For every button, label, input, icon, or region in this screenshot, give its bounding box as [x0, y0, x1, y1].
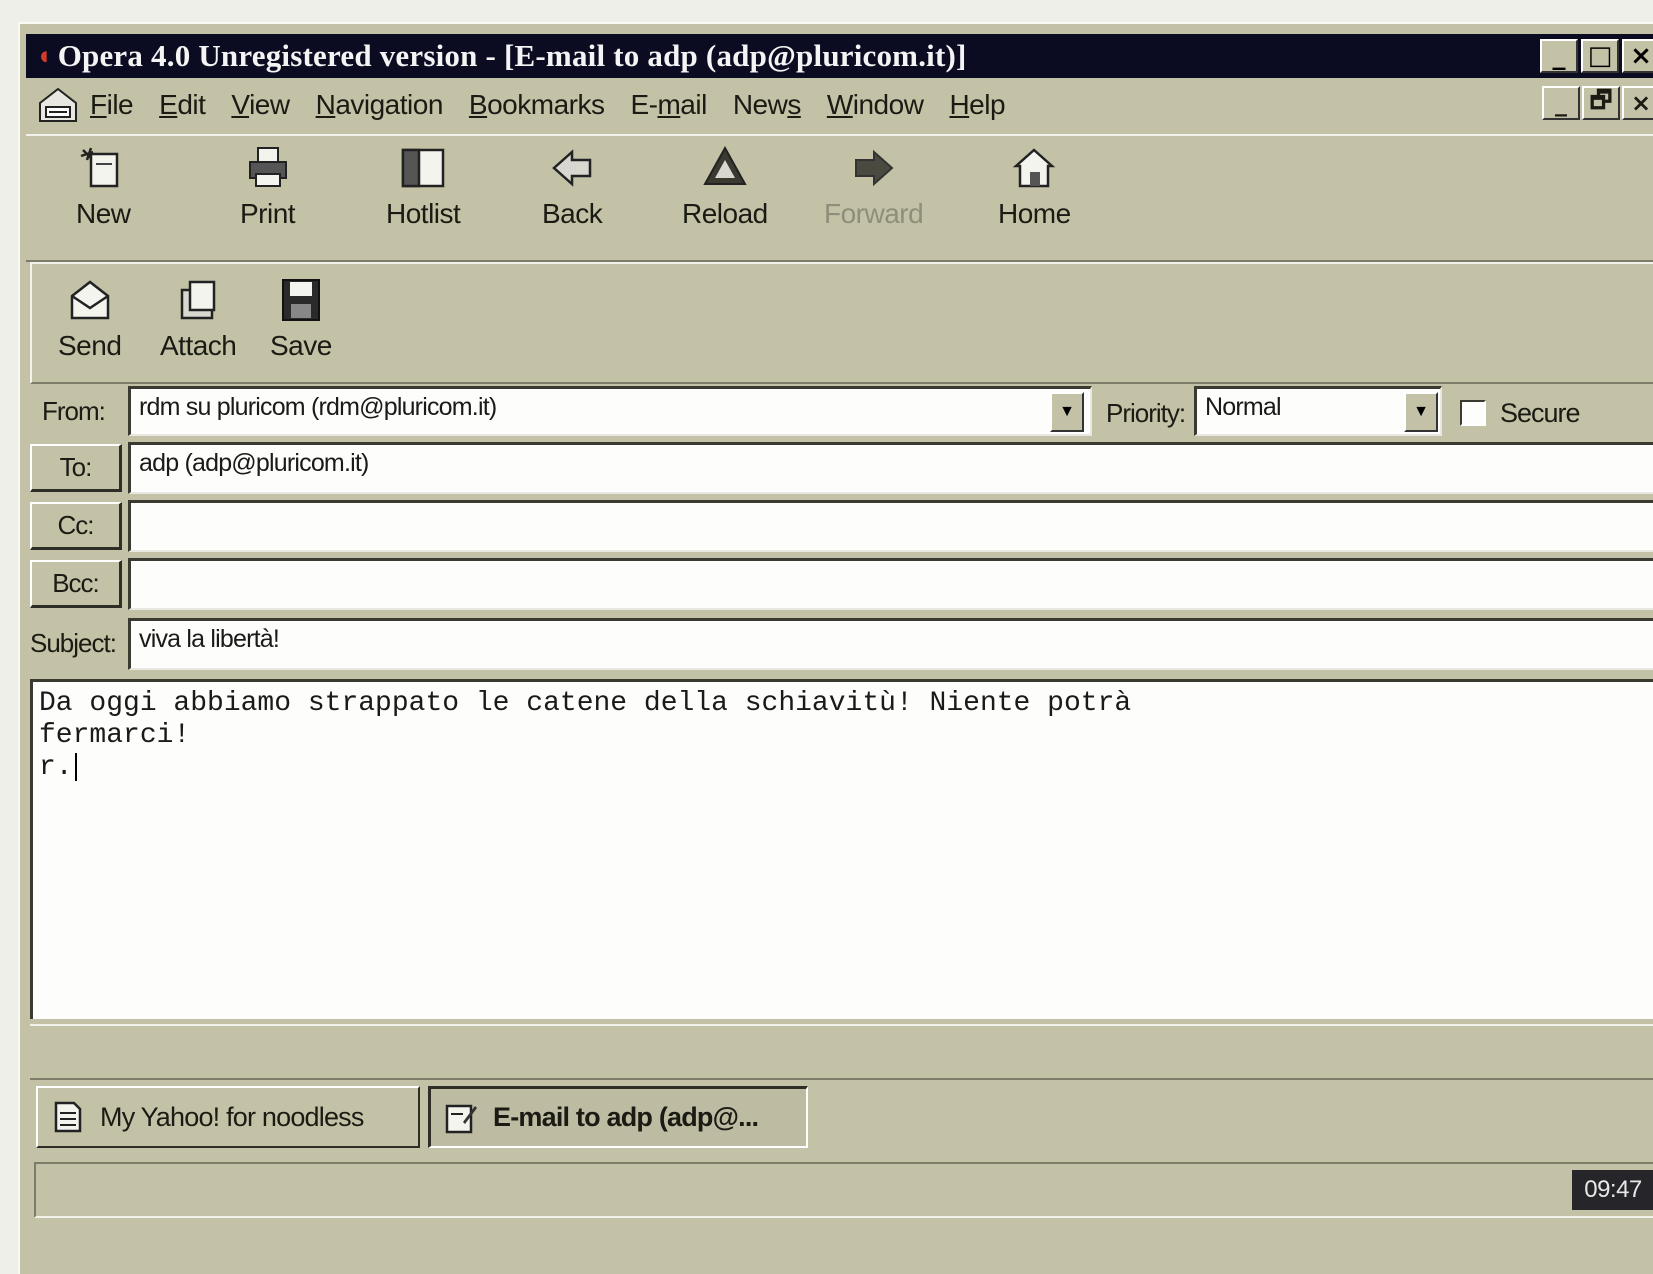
- hotlist-button[interactable]: Hotlist: [386, 144, 461, 230]
- home-icon: [1013, 148, 1056, 188]
- menu-bar: File Edit View Navigation Bookmarks E-ma…: [26, 80, 1653, 130]
- cc-field[interactable]: [128, 500, 1653, 552]
- menu-window[interactable]: Window: [827, 89, 924, 121]
- save-button[interactable]: Save: [270, 276, 332, 362]
- attach-button[interactable]: Attach: [160, 276, 237, 362]
- menu-help[interactable]: Help: [949, 89, 1005, 121]
- priority-dropdown-arrow[interactable]: ▼: [1404, 392, 1438, 432]
- body-line: fermarci!: [39, 720, 191, 751]
- doc-restore-button[interactable]: 🗗: [1582, 86, 1620, 120]
- priority-label: Priority:: [1106, 398, 1186, 428]
- bcc-field[interactable]: [128, 558, 1653, 610]
- print-button[interactable]: Print: [240, 144, 296, 230]
- mail-compose-icon: [445, 1104, 477, 1133]
- attach-icon: [180, 280, 216, 320]
- to-field[interactable]: adp (adp@pluricom.it): [128, 442, 1653, 494]
- send-mail-icon: [70, 280, 109, 320]
- from-dropdown-arrow[interactable]: ▼: [1050, 392, 1084, 432]
- secure-label: Secure: [1500, 398, 1581, 428]
- printer-icon: [248, 147, 287, 187]
- message-body[interactable]: Da oggi abbiamo strappato le catene dell…: [30, 679, 1653, 1019]
- home-button[interactable]: Home: [998, 144, 1071, 230]
- secure-checkbox[interactable]: [1460, 400, 1486, 426]
- hotlist-icon: [401, 148, 445, 188]
- forward-button[interactable]: Forward: [824, 144, 924, 230]
- menu-news[interactable]: News: [733, 89, 801, 121]
- menu-file[interactable]: File: [90, 89, 134, 121]
- close-button[interactable]: ×: [1622, 39, 1653, 73]
- forward-arrow-icon: [854, 149, 894, 187]
- cc-button[interactable]: Cc:: [30, 502, 122, 550]
- menu-email[interactable]: E-mail: [630, 89, 707, 121]
- reload-button[interactable]: Reload: [682, 144, 768, 230]
- back-button[interactable]: Back: [542, 144, 603, 230]
- page-icon: [54, 1101, 82, 1133]
- new-button[interactable]: New: [76, 144, 131, 230]
- to-button[interactable]: To:: [30, 444, 122, 492]
- document-window-controls: _ 🗗 ×: [1542, 86, 1653, 120]
- window-tab-bar: My Yahoo! for noodless E-mail to adp (ad…: [30, 1086, 1653, 1156]
- body-line: Da oggi abbiamo strappato le catene dell…: [39, 688, 1132, 719]
- clock: 09:47: [1572, 1170, 1653, 1210]
- main-toolbar: New Print Hotlist Back Reload Forward Ho…: [26, 134, 1653, 262]
- window-controls: _ □ ×: [1540, 39, 1653, 73]
- status-bar: 09:47: [34, 1162, 1653, 1218]
- new-window-icon: [80, 147, 119, 188]
- tab-email-to-adp[interactable]: E-mail to adp (adp@...: [428, 1086, 808, 1148]
- title-bar: ◖ Opera 4.0 Unregistered version - [E-ma…: [26, 34, 1653, 78]
- maximize-button[interactable]: □: [1581, 39, 1619, 73]
- subject-label: Subject:: [30, 628, 117, 658]
- window-title: Opera 4.0 Unregistered version - [E-mail…: [57, 38, 967, 73]
- from-label: From:: [42, 396, 106, 426]
- text-cursor: [74, 752, 77, 781]
- body-line: r.: [39, 752, 1653, 784]
- opera-logo-icon: ◖: [36, 41, 52, 70]
- floppy-disk-icon: [281, 279, 320, 321]
- progress-strip: [30, 1024, 1653, 1080]
- menu-bookmarks[interactable]: Bookmarks: [469, 89, 605, 121]
- doc-minimize-button[interactable]: _: [1542, 86, 1580, 120]
- menu-view[interactable]: View: [231, 89, 290, 121]
- back-arrow-icon: [552, 149, 592, 187]
- reload-icon: [703, 145, 747, 185]
- subject-field[interactable]: viva la libertà!: [128, 618, 1653, 670]
- from-field[interactable]: rdm su pluricom (rdm@pluricom.it): [128, 386, 1092, 436]
- send-button[interactable]: Send: [58, 276, 122, 362]
- menu-navigation[interactable]: Navigation: [316, 89, 444, 121]
- menu-edit[interactable]: Edit: [159, 89, 206, 121]
- mail-toolbar: Send Attach Save: [30, 262, 1653, 384]
- minimize-button[interactable]: _: [1540, 39, 1578, 73]
- document-window-icon[interactable]: [36, 85, 80, 125]
- bcc-button[interactable]: Bcc:: [30, 560, 122, 608]
- doc-close-button[interactable]: ×: [1622, 86, 1653, 120]
- opera-window: ◖ Opera 4.0 Unregistered version - [E-ma…: [18, 22, 1653, 1274]
- tab-my-yahoo[interactable]: My Yahoo! for noodless: [36, 1086, 420, 1148]
